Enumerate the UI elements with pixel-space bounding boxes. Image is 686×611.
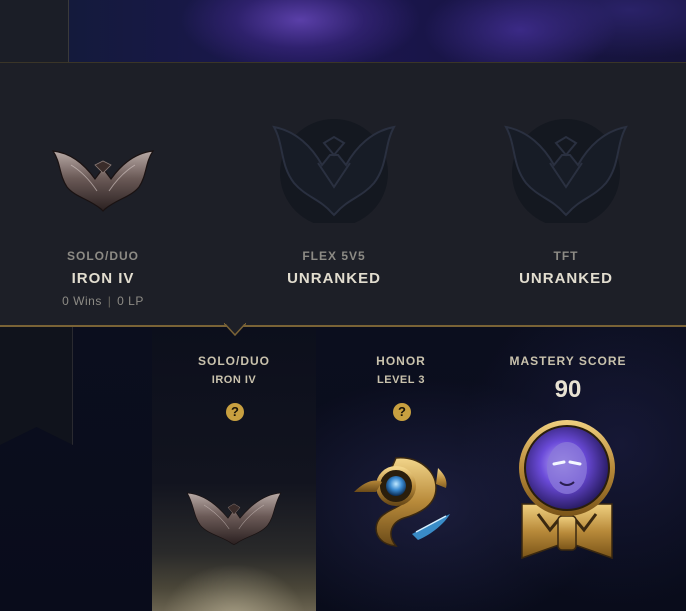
rank-tier: UNRANKED [287,270,381,287]
stats-separator: | [107,294,112,308]
summary-title: MASTERY SCORE [509,354,627,368]
queue-name: TFT [553,249,579,263]
summary-mastery[interactable]: MASTERY SCORE [498,354,638,368]
summary-title: HONOR [376,354,426,368]
help-icon[interactable]: ? [226,403,244,421]
queue-name: SOLO/DUO [66,249,139,263]
side-panel-top [0,0,69,66]
summary-subtitle: LEVEL 3 [377,374,425,386]
honor-emblem-icon [354,457,450,547]
rank-stats: 0 Wins | 0 LP [13,294,193,308]
side-banner [0,325,73,445]
wins-count: 0 Wins [62,294,102,308]
summary-subtitle: IRON IV [211,374,257,386]
unranked-emblem-icon [504,119,628,223]
iron-emblem-icon [186,492,282,546]
summary-solo[interactable]: SOLO/DUO IRON IV [174,354,294,386]
summary-title: SOLO/DUO [197,354,270,368]
summary-honor[interactable]: HONOR LEVEL 3 [341,354,461,386]
rank-tier: UNRANKED [519,270,613,287]
rank-tier: IRON IV [71,270,135,287]
lp-count: 0 LP [117,294,144,308]
mastery-score: 90 [554,376,582,403]
queue-name: FLEX 5V5 [302,249,366,263]
champion-portrait-icon[interactable] [514,418,620,566]
unranked-emblem-icon [272,119,396,223]
iron-emblem-icon [51,150,155,212]
help-icon[interactable]: ? [393,403,411,421]
ranked-panel: SOLO/DUO IRON IV 0 Wins | 0 LP FLEX 5V5 … [0,62,686,327]
profile-banner-art [0,0,686,66]
panel-pointer [224,323,246,337]
